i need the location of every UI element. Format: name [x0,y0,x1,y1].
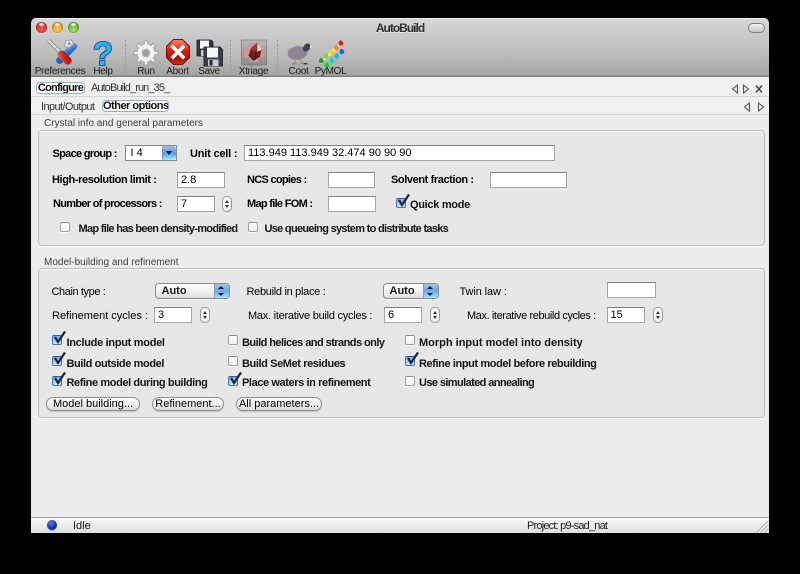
svg-text:?: ? [93,39,113,67]
